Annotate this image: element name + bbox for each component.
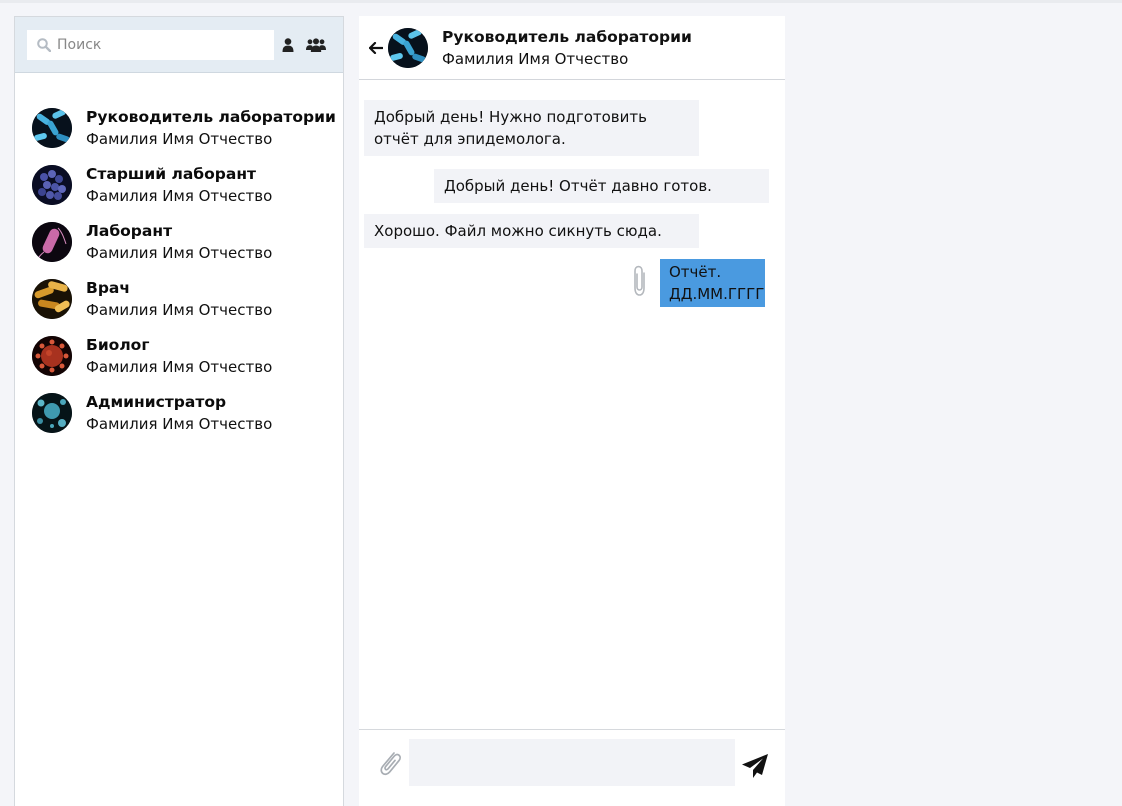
avatar — [32, 221, 72, 262]
contact-name: Фамилия Имя Отчество — [86, 357, 273, 376]
contact-name: Фамилия Имя Отчество — [86, 414, 273, 433]
avatar — [32, 392, 72, 433]
contact-role: Администратор — [86, 392, 227, 411]
contact-role: Врач — [86, 278, 131, 297]
contact-item[interactable]: Биолог Фамилия Имя Отчество — [15, 327, 343, 384]
message-composer — [359, 729, 785, 806]
search-bar — [15, 17, 343, 73]
avatar — [388, 27, 428, 68]
message-list: Добрый день! Нужно подготовить отчёт для… — [359, 80, 785, 728]
file-message-row: Отчёт. ДД.ММ.ГГГГ — [630, 259, 765, 307]
contact-item[interactable]: Руководитель лаборатории Фамилия Имя Отч… — [15, 99, 343, 156]
contact-role: Руководитель лаборатории — [86, 107, 336, 126]
chat-header: Руководитель лаборатории Фамилия Имя Отч… — [359, 16, 785, 80]
contacts-sidebar: Руководитель лаборатории Фамилия Имя Отч… — [14, 16, 344, 806]
search-icon — [37, 37, 51, 52]
contact-role: Лаборант — [86, 221, 173, 240]
file-date-line: ДД.ММ.ГГГГ — [669, 285, 765, 303]
contact-name: Фамилия Имя Отчество — [86, 129, 273, 148]
contact-item[interactable]: Старший лаборант Фамилия Имя Отчество — [15, 156, 343, 213]
send-icon[interactable] — [741, 753, 769, 783]
contact-name: Фамилия Имя Отчество — [86, 243, 273, 262]
paperclip-icon[interactable] — [375, 747, 403, 781]
contact-item[interactable]: Лаборант Фамилия Имя Отчество — [15, 213, 343, 270]
file-attachment[interactable]: Отчёт. ДД.ММ.ГГГГ — [660, 259, 765, 307]
avatar — [32, 164, 72, 205]
search-box[interactable] — [27, 29, 274, 60]
message-input[interactable] — [409, 739, 735, 786]
search-input[interactable] — [57, 36, 257, 53]
message-incoming: Добрый день! Нужно подготовить отчёт для… — [364, 100, 699, 156]
contact-item[interactable]: Врач Фамилия Имя Отчество — [15, 270, 343, 327]
chat-header-name: Фамилия Имя Отчество — [442, 49, 629, 68]
avatar — [32, 335, 72, 376]
contact-name: Фамилия Имя Отчество — [86, 300, 273, 319]
user-icon[interactable] — [282, 37, 294, 52]
contact-role: Старший лаборант — [86, 164, 257, 183]
avatar — [32, 278, 72, 319]
message-incoming: Хорошо. Файл можно сикнуть сюда. — [364, 214, 699, 248]
group-icon[interactable] — [306, 37, 326, 52]
contact-name: Фамилия Имя Отчество — [86, 186, 273, 205]
file-name-line: Отчёт. — [669, 263, 722, 281]
contact-list: Руководитель лаборатории Фамилия Имя Отч… — [15, 73, 343, 441]
chat-panel: Руководитель лаборатории Фамилия Имя Отч… — [359, 16, 785, 806]
message-outgoing: Добрый день! Отчёт давно готов. — [434, 169, 769, 203]
chat-header-role: Руководитель лаборатории — [442, 27, 692, 46]
paperclip-icon — [630, 264, 650, 302]
contact-role: Биолог — [86, 335, 150, 354]
avatar — [32, 107, 72, 148]
contact-item[interactable]: Администратор Фамилия Имя Отчество — [15, 384, 343, 441]
arrow-left-icon[interactable] — [361, 41, 391, 54]
